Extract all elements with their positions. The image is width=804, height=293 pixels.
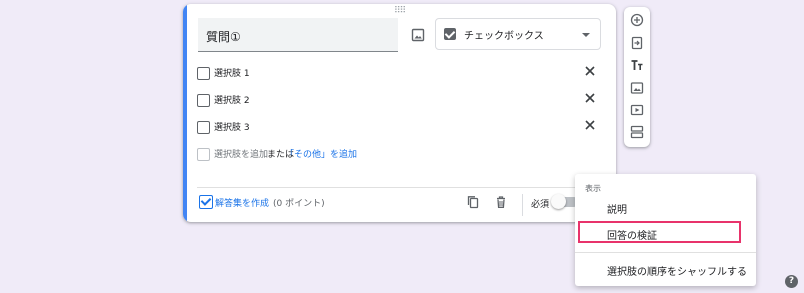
question-title-input[interactable]: 質問① [198,18,398,52]
divider [197,187,616,188]
divider [575,252,756,253]
menu-item-label: 選択肢の順序をシャッフルする [607,267,747,278]
delete-icon[interactable] [494,195,508,209]
required-label: 必須 [531,200,550,210]
add-circle-icon[interactable] [630,13,644,27]
toggle-knob [551,194,566,209]
dropdown-arrow-icon [582,33,590,37]
menu-item-description[interactable]: 説明 [575,194,756,220]
import-icon[interactable] [630,36,644,50]
video-icon[interactable] [630,103,644,117]
highlight-box [578,221,741,243]
add-option-button[interactable]: 選択肢を追加 [214,147,268,160]
option-label-input[interactable]: 選択肢 2 [214,93,250,106]
image-icon[interactable] [411,28,425,42]
points-label: (0 ポイント) [273,199,325,209]
option-row: 選択肢 2 [197,91,597,111]
copy-icon[interactable] [466,195,480,209]
checkbox-icon [197,148,210,161]
add-other-button[interactable]: 「その他」を追加 [285,147,357,160]
title-icon[interactable] [630,58,644,72]
question-type-label: チェックボックス [464,31,544,42]
checkbox-icon [197,67,210,80]
help-icon[interactable]: ? [785,275,798,288]
menu-item-label: 説明 [607,205,627,216]
checkbox-type-icon [444,28,456,40]
menu-item-shuffle-options[interactable]: 選択肢の順序をシャッフルする [575,256,756,282]
question-card[interactable]: ⠿⠿ 質問① チェックボックス 選択肢 1 選択肢 2 選択肢 3 選択肢を追加… [183,4,616,222]
close-icon[interactable] [583,118,597,132]
checkbox-icon [197,121,210,134]
option-row: 選択肢 1 [197,64,597,84]
question-type-select[interactable]: チェックボックス [435,18,601,50]
answer-key-label: 解答集を作成 [215,199,270,209]
image-icon[interactable] [630,81,644,95]
option-label-input[interactable]: 選択肢 3 [214,120,250,133]
close-icon[interactable] [583,91,597,105]
active-card-indicator [183,4,187,222]
side-toolbar [624,7,650,147]
drag-handle-icon[interactable]: ⠿⠿ [394,7,406,16]
section-icon[interactable] [630,125,644,139]
display-options-menu: 表示 説明 回答の検証 選択肢の順序をシャッフルする [575,174,756,286]
option-row: 選択肢 3 [197,118,597,138]
option-label-input[interactable]: 選択肢 1 [214,66,250,79]
checkbox-icon [197,94,210,107]
close-icon[interactable] [583,64,597,78]
answer-key-icon [199,195,213,209]
menu-header: 表示 [585,184,601,193]
add-option-row: 選択肢を追加 または 「その他」を追加 [197,145,597,165]
divider [522,194,523,216]
